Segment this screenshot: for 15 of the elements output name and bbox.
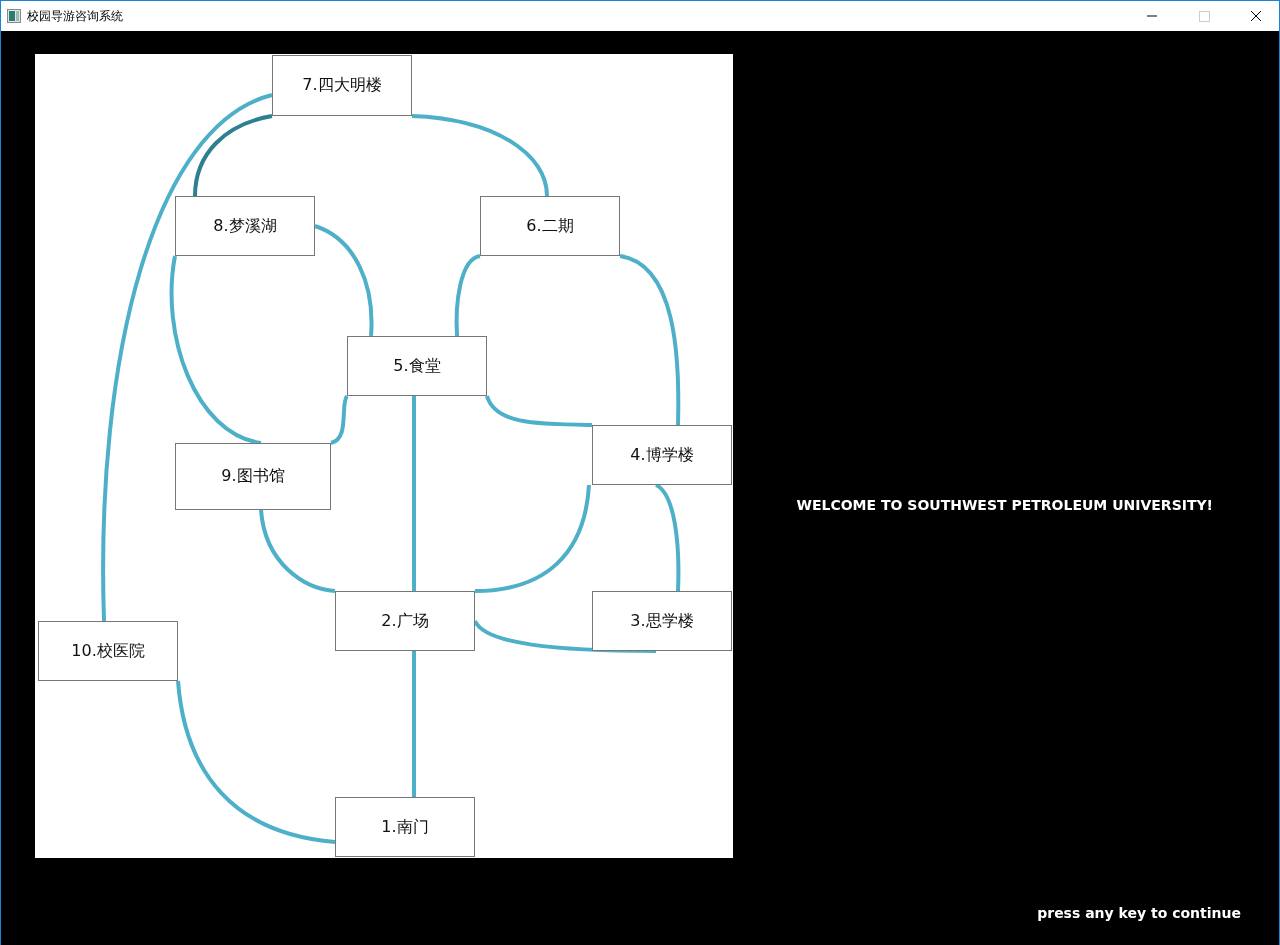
location-node: 9.图书馆 — [175, 443, 331, 510]
location-node: 6.二期 — [480, 196, 620, 256]
location-node: 3.思学楼 — [592, 591, 732, 651]
location-node: 7.四大明楼 — [272, 55, 412, 116]
location-node: 2.广场 — [335, 591, 475, 651]
connector-line — [330, 395, 349, 445]
continue-prompt: press any key to continue — [1037, 905, 1241, 921]
welcome-text: WELCOME TO SOUTHWEST PETROLEUM UNIVERSITY! — [796, 497, 1214, 513]
location-node: 8.梦溪湖 — [175, 196, 315, 256]
location-node: 1.南门 — [335, 797, 475, 857]
location-node: 5.食堂 — [347, 336, 487, 396]
location-node: 10.校医院 — [38, 621, 178, 681]
app-icon — [7, 9, 21, 23]
location-node: 4.博学楼 — [592, 425, 732, 485]
window-title: 校园导游咨询系统 — [27, 7, 123, 25]
